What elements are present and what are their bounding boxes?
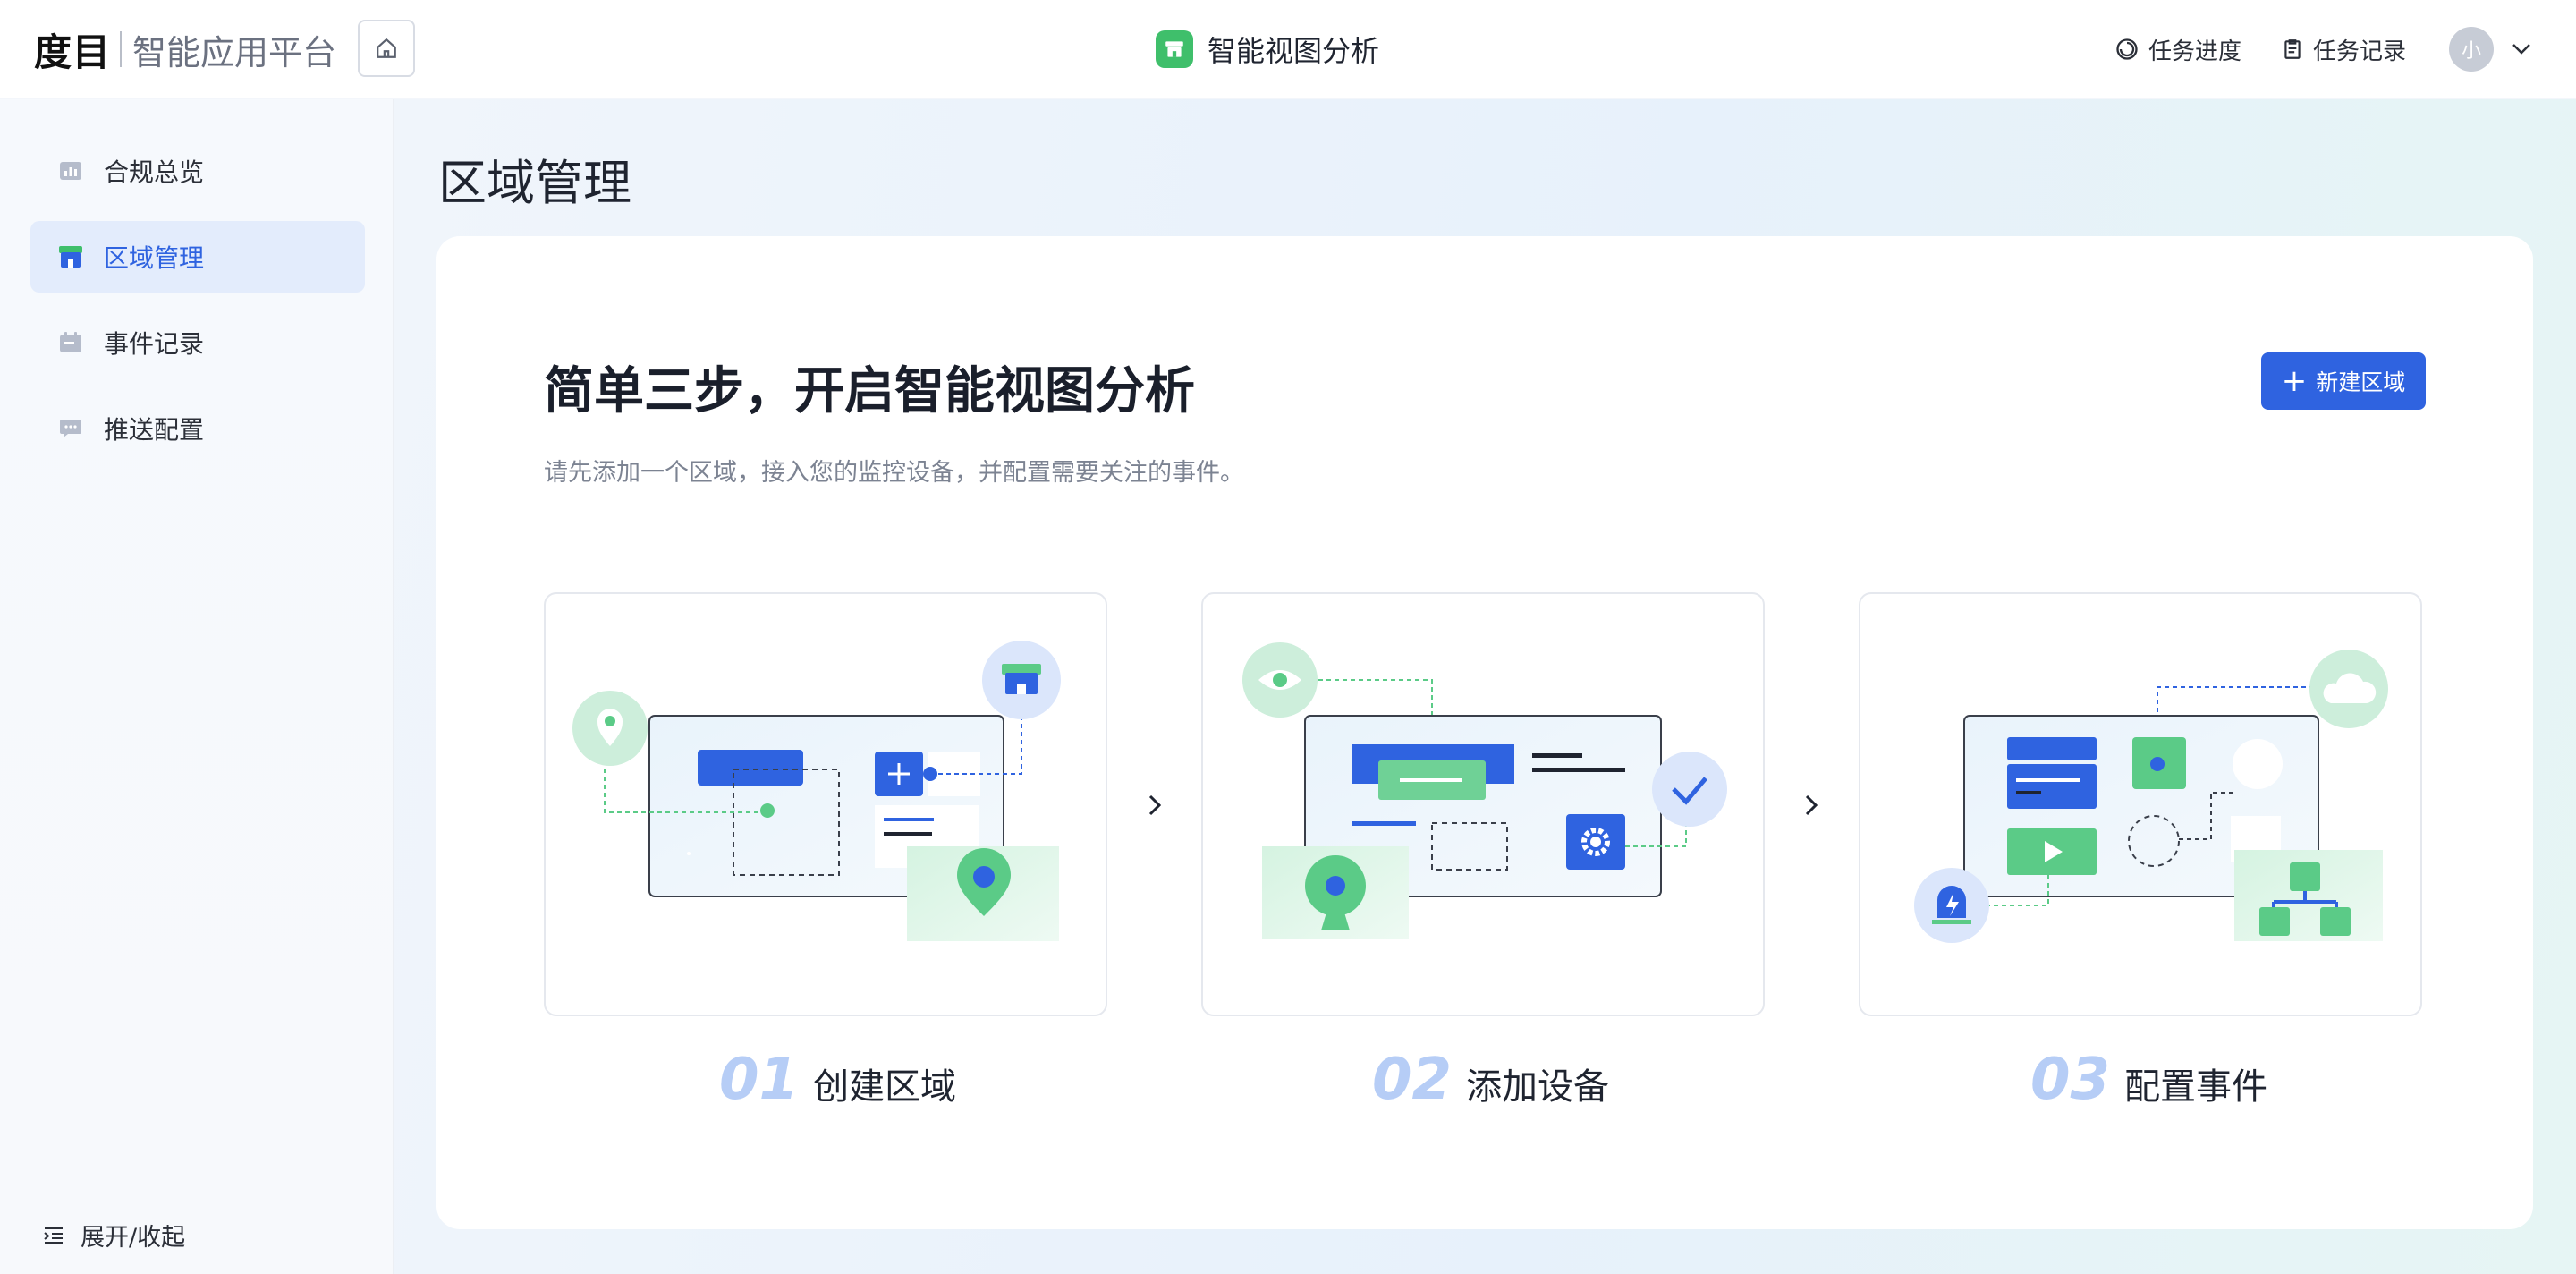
step-3-text: 配置事件	[2124, 1066, 2268, 1108]
home-button[interactable]	[358, 20, 415, 77]
task-progress-link[interactable]: 任务进度	[2114, 33, 2241, 66]
user-avatar[interactable]: 小	[2449, 27, 2494, 72]
chevron-right-icon	[1148, 794, 1162, 816]
step-2-label: 02 添加设备	[1372, 1047, 1609, 1113]
sidebar-item-event-records[interactable]: 事件记录	[30, 307, 365, 378]
plus-icon: +	[2281, 363, 2308, 399]
clipboard-icon	[2284, 39, 2301, 59]
task-progress-label: 任务进度	[2148, 38, 2241, 65]
step-3-label: 03 配置事件	[2030, 1047, 2267, 1113]
sidebar-item-label: 区域管理	[104, 243, 205, 273]
new-area-button[interactable]: + 新建区域	[2261, 352, 2426, 410]
task-records-label: 任务记录	[2312, 38, 2406, 65]
step-1-number: 01	[719, 1047, 800, 1113]
indent-icon	[44, 1227, 63, 1244]
page-title: 区域管理	[438, 155, 631, 211]
step-3-number: 03	[2030, 1047, 2111, 1113]
store-icon	[57, 243, 84, 270]
message-icon	[57, 415, 84, 442]
task-records-link[interactable]: 任务记录	[2281, 33, 2406, 66]
brand-logo: 度目	[34, 30, 112, 74]
step-card-add-device	[1201, 592, 1765, 1016]
header-actions: 任务进度 任务记录 小	[2075, 0, 2531, 98]
step-card-configure-event	[1859, 592, 2422, 1016]
hero-subtitle: 请先添加一个区域，接入您的监控设备，并配置需要关注的事件。	[544, 459, 1244, 487]
sidebar-toggle-label: 展开/收起	[80, 1224, 186, 1252]
progress-icon	[2116, 38, 2138, 60]
app-title-area: 智能视图分析	[1156, 0, 1379, 98]
create-area-illustration	[572, 641, 1061, 941]
app-title: 智能视图分析	[1208, 34, 1380, 68]
platform-name: 智能应用平台	[132, 32, 337, 72]
sidebar-toggle[interactable]: 展开/收起	[43, 1218, 185, 1253]
sidebar-item-label: 事件记录	[104, 329, 205, 359]
step-1-text: 创建区域	[813, 1066, 957, 1108]
new-area-button-label: 新建区域	[2316, 369, 2406, 395]
chevron-down-icon[interactable]	[2512, 43, 2531, 55]
home-icon	[377, 38, 396, 58]
app-store-icon	[1156, 30, 1193, 68]
brand[interactable]: 度目 智能应用平台	[34, 0, 336, 98]
step-2-text: 添加设备	[1466, 1066, 1610, 1108]
step-2-number: 02	[1372, 1047, 1453, 1113]
hero-title: 简单三步，开启智能视图分析	[544, 362, 1195, 420]
calendar-icon	[57, 329, 84, 356]
sidebar-item-overview[interactable]: 合规总览	[30, 135, 365, 207]
step-card-create-area	[544, 592, 1107, 1016]
step-1-label: 01 创建区域	[719, 1047, 956, 1113]
add-device-illustration	[1242, 642, 1727, 939]
sidebar-item-label: 合规总览	[104, 157, 205, 187]
chevron-right-icon	[1805, 794, 1818, 816]
sidebar-item-area-management[interactable]: 区域管理	[30, 221, 365, 293]
sidebar-item-push-config[interactable]: 推送配置	[30, 393, 365, 464]
configure-event-illustration	[1914, 650, 2388, 943]
sidebar-item-label: 推送配置	[104, 415, 205, 445]
top-header: 度目 智能应用平台 智能视图分析 任务进度 任务记录 小	[0, 0, 2576, 98]
brand-divider	[120, 31, 123, 67]
sidebar: 合规总览 区域管理 事件记录 推送配置 展开/收起	[0, 99, 394, 1274]
chart-icon	[57, 157, 84, 184]
